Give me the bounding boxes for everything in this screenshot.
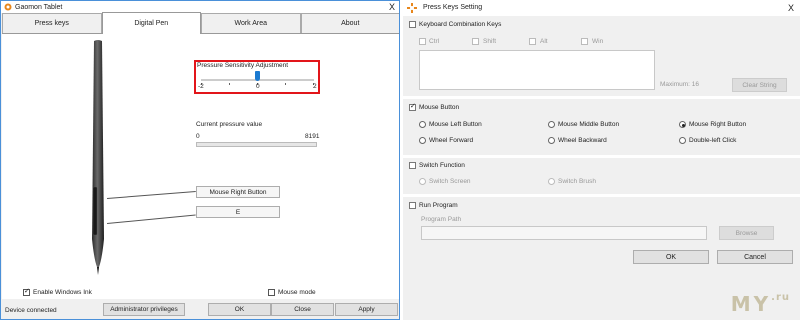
gaomon-tablet-window: Gaomon Tablet X Press keys Digital Pen W…: [0, 0, 400, 320]
wheel-forward-label: Wheel Forward: [429, 137, 474, 144]
mouse-right-radio[interactable]: [679, 121, 686, 128]
pen-upper-button[interactable]: Mouse Right Button: [196, 186, 280, 198]
browse-button[interactable]: Browse: [719, 226, 774, 240]
tab-work-area[interactable]: Work Area: [201, 13, 301, 33]
status-bar: Device connected Administrator privilege…: [2, 299, 399, 319]
mouse-middle-label: Mouse Middle Button: [558, 121, 620, 128]
watermark-suffix: .ru: [771, 292, 790, 303]
administrator-privileges-button[interactable]: Administrator privileges: [103, 303, 185, 316]
press-keys-cancel-button[interactable]: Cancel: [717, 250, 793, 264]
switch-function-label: Switch Function: [419, 162, 465, 169]
mouse-mode-label: Mouse mode: [278, 289, 316, 296]
device-status: Device connected: [5, 307, 57, 314]
ok-button[interactable]: OK: [208, 303, 271, 316]
press-keys-close-icon[interactable]: X: [788, 3, 794, 13]
enable-windows-ink-checkbox[interactable]: [23, 287, 30, 296]
mouse-button-checkbox[interactable]: [409, 102, 416, 111]
pressure-max-label: 2: [313, 83, 317, 90]
tab-bar: Press keys Digital Pen Work Area About: [2, 12, 399, 34]
shift-checkbox[interactable]: [472, 38, 479, 45]
mouse-button-group: Mouse Button Mouse Left Button Mouse Mid…: [403, 99, 800, 155]
tab-about[interactable]: About: [300, 13, 399, 33]
clear-string-button[interactable]: Clear String: [732, 78, 787, 92]
watermark-main: MY: [730, 292, 772, 316]
window-title: Gaomon Tablet: [15, 3, 63, 11]
keyboard-combination-label: Keyboard Combination Keys: [419, 21, 502, 28]
current-pressure-bar: [196, 142, 317, 147]
ctrl-checkbox[interactable]: [419, 38, 426, 45]
wheel-backward-label: Wheel Backward: [558, 137, 607, 144]
alt-checkbox[interactable]: [529, 38, 536, 45]
digital-pen-illustration: [92, 40, 104, 275]
mouse-right-label: Mouse Right Button: [689, 121, 747, 128]
win-checkbox[interactable]: [581, 38, 588, 45]
mouse-left-radio[interactable]: [419, 121, 426, 128]
pressure-min-label: -2: [198, 83, 204, 90]
wheel-forward-radio[interactable]: [419, 137, 426, 144]
run-program-checkbox[interactable]: [409, 202, 416, 209]
switch-brush-label: Switch Brush: [558, 178, 596, 185]
double-left-click-label: Double-left Click: [689, 137, 737, 144]
switch-screen-label: Switch Screen: [429, 178, 471, 185]
double-left-click-radio[interactable]: [679, 137, 686, 144]
press-keys-ok-button[interactable]: OK: [633, 250, 709, 264]
press-keys-setting-window: Press Keys Setting X Keyboard Combinatio…: [403, 0, 800, 320]
mouse-mode-checkbox[interactable]: [268, 289, 275, 296]
current-pressure-max: 8191: [305, 133, 320, 140]
switch-function-checkbox[interactable]: [409, 162, 416, 169]
enable-windows-ink-label: Enable Windows Ink: [33, 289, 92, 296]
pen-lower-button[interactable]: E: [196, 206, 280, 218]
alt-label: Alt: [540, 38, 548, 45]
close-button[interactable]: Close: [271, 303, 334, 316]
close-window-icon[interactable]: X: [389, 1, 395, 13]
mouse-middle-radio[interactable]: [548, 121, 555, 128]
program-path-input[interactable]: [421, 226, 707, 240]
switch-brush-radio[interactable]: [548, 178, 555, 185]
switch-function-group: Switch Function Switch Screen Switch Bru…: [403, 158, 800, 194]
switch-screen-radio[interactable]: [419, 178, 426, 185]
key-string-box[interactable]: [419, 50, 655, 90]
pressure-slider-thumb[interactable]: [255, 71, 260, 81]
mouse-button-label: Mouse Button: [419, 104, 460, 111]
gaomon-app-icon: [4, 3, 12, 11]
run-program-label: Run Program: [419, 202, 458, 209]
pressure-mid-label: 0: [256, 83, 260, 90]
current-pressure-min: 0: [196, 133, 200, 140]
press-keys-title-bar: Press Keys Setting X: [403, 0, 800, 16]
wheel-backward-radio[interactable]: [548, 137, 555, 144]
program-path-label: Program Path: [421, 216, 462, 223]
keyboard-group: Keyboard Combination Keys Ctrl Shift Alt…: [403, 16, 800, 96]
keyboard-combination-checkbox[interactable]: [409, 21, 416, 28]
ctrl-label: Ctrl: [429, 38, 440, 45]
maximum-label: Maximum: 16: [660, 81, 700, 88]
current-pressure-label: Current pressure value: [196, 121, 263, 128]
run-program-group: Run Program Program Path Browse: [403, 197, 800, 247]
gaomon-app-icon: [407, 3, 417, 13]
tab-press-keys[interactable]: Press keys: [2, 13, 102, 33]
apply-button[interactable]: Apply: [335, 303, 398, 316]
press-keys-title: Press Keys Setting: [423, 4, 483, 11]
watermark: MY.ru: [731, 292, 790, 316]
pressure-sensitivity-label: Pressure Sensitivity Adjustment: [197, 62, 289, 69]
shift-label: Shift: [483, 38, 497, 45]
win-label: Win: [592, 38, 604, 45]
tab-digital-pen[interactable]: Digital Pen: [101, 12, 201, 34]
pressure-sensitivity-box: Pressure Sensitivity Adjustment -2 0 2: [194, 60, 320, 94]
mouse-left-label: Mouse Left Button: [429, 121, 482, 128]
